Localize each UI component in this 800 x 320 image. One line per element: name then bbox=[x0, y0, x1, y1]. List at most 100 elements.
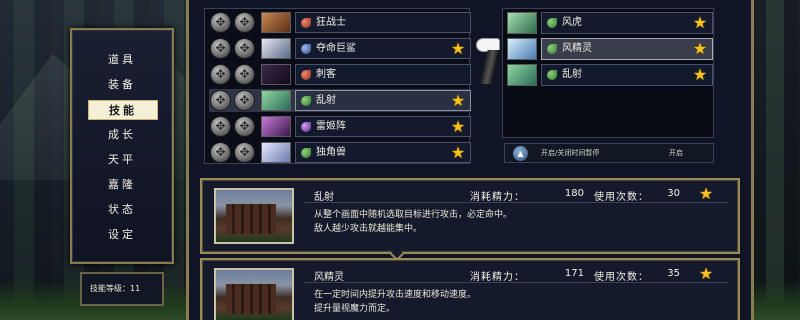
cost-value: 171 bbox=[564, 268, 584, 279]
skill-name-cell: 独角兽 ★ bbox=[295, 142, 471, 163]
shark-portrait-icon bbox=[261, 38, 291, 59]
description-line: 在一定时间内提升攻击速度和移动速度。 bbox=[314, 290, 477, 300]
assassin-portrait-icon bbox=[261, 64, 291, 85]
description-line: 敌人越少攻击就越能集中。 bbox=[314, 224, 423, 234]
slot-icon bbox=[211, 117, 230, 136]
leaf-green-icon bbox=[547, 70, 557, 80]
skill-detail-card: 风精灵 消耗精力： 171 使用次数： 35 ★ 在一定时间内提升攻击速度和移动… bbox=[200, 258, 740, 320]
star-icon: ★ bbox=[698, 264, 714, 283]
cost-label: 消耗精力： bbox=[470, 192, 525, 203]
skill-detail-card: 乱射 消耗精力： 180 使用次数： 30 ★ 从整个画面中随机选取目标进行攻击… bbox=[200, 178, 740, 262]
skill-row-barrage[interactable]: 乱射 ★ bbox=[209, 89, 471, 112]
skill-detail-title: 乱射 bbox=[314, 192, 334, 203]
star-icon: ★ bbox=[692, 65, 708, 84]
uses-label: 使用次数： bbox=[594, 192, 649, 203]
menu-item-skills[interactable]: 技能 bbox=[88, 100, 158, 120]
skill-name-cell: 乱射 ★ bbox=[541, 64, 713, 86]
cost-label: 消耗精力： bbox=[470, 272, 525, 283]
slot-icon bbox=[211, 91, 230, 110]
equipped-skills: 风虎 ★ 风精灵 ★ 乱射 ★ bbox=[502, 8, 714, 138]
main-menu: 道具 装备 技能 成长 天平 嘉隆 状态 设定 bbox=[70, 28, 174, 264]
star-icon: ★ bbox=[698, 184, 714, 203]
leaf-blue-icon bbox=[301, 44, 311, 54]
star-icon: ★ bbox=[692, 39, 708, 58]
skill-name-cell: 乱射 ★ bbox=[295, 90, 471, 111]
uses-value: 35 bbox=[667, 268, 680, 279]
star-icon: ★ bbox=[450, 91, 466, 110]
wind-spirit-portrait-icon bbox=[507, 38, 537, 60]
uses-value: 30 bbox=[667, 188, 680, 199]
skill-list: 狂战士 夺命巨鲨 ★ 刺客 乱射 ★ bbox=[204, 8, 471, 164]
skill-level-label: 技能等级：11 bbox=[80, 272, 164, 306]
skill-name-cell: 夺命巨鲨 ★ bbox=[295, 38, 471, 59]
skill-name: 独角兽 bbox=[316, 147, 346, 158]
description-line: 从整个画面中随机选取目标进行攻击，必定命中。 bbox=[314, 210, 513, 220]
leaf-red-icon bbox=[301, 70, 311, 80]
star-icon: ★ bbox=[450, 117, 466, 136]
skill-row-berserker[interactable]: 狂战士 bbox=[209, 11, 471, 34]
slot-icon bbox=[235, 65, 254, 84]
leaf-green-icon bbox=[547, 44, 557, 54]
unicorn-portrait-icon bbox=[261, 142, 291, 163]
star-icon: ★ bbox=[450, 39, 466, 58]
skill-name: 风精灵 bbox=[562, 43, 592, 54]
uses-label: 使用次数： bbox=[594, 272, 649, 283]
slot-icon bbox=[235, 143, 254, 162]
barrage-portrait-icon bbox=[507, 64, 537, 86]
skill-row-unicorn[interactable]: 独角兽 ★ bbox=[209, 141, 471, 164]
time-pause-toggle[interactable]: ▲ 开启/关闭时间暂停 开启 bbox=[504, 143, 714, 163]
description-line: 提升量视魔力而定。 bbox=[314, 304, 396, 314]
star-icon: ★ bbox=[692, 13, 708, 32]
skill-description: 从整个画面中随机选取目标进行攻击，必定命中。 敌人越少攻击就越能集中。 bbox=[314, 208, 512, 236]
skill-name: 雷姬阵 bbox=[316, 121, 346, 132]
equipped-row-wind-tiger[interactable]: 风虎 ★ bbox=[505, 11, 713, 35]
skill-name: 狂战士 bbox=[316, 17, 346, 28]
leaf-green-icon bbox=[301, 96, 311, 106]
menu-item-settings[interactable]: 设定 bbox=[72, 225, 172, 245]
berserker-portrait-icon bbox=[261, 12, 291, 33]
menu-item-equipment[interactable]: 装备 bbox=[72, 75, 172, 95]
divider bbox=[304, 202, 728, 203]
leaf-purple-icon bbox=[301, 122, 311, 132]
slot-icon bbox=[235, 117, 254, 136]
skill-detail-title: 风精灵 bbox=[314, 272, 344, 283]
slot-icon bbox=[235, 13, 254, 32]
equipped-row-barrage[interactable]: 乱射 ★ bbox=[505, 63, 713, 87]
menu-item-items[interactable]: 道具 bbox=[72, 50, 172, 70]
slot-icon bbox=[235, 91, 254, 110]
slot-icon bbox=[211, 65, 230, 84]
slot-icon bbox=[211, 39, 230, 58]
skill-illustration bbox=[214, 268, 294, 320]
skill-name: 刺客 bbox=[316, 69, 336, 80]
skill-name-cell: 雷姬阵 ★ bbox=[295, 116, 471, 137]
wind-tiger-portrait-icon bbox=[507, 12, 537, 34]
skill-name-cell: 刺客 bbox=[295, 64, 471, 85]
skill-row-shark[interactable]: 夺命巨鲨 ★ bbox=[209, 37, 471, 60]
divider bbox=[304, 282, 728, 283]
equipped-row-wind-spirit[interactable]: 风精灵 ★ bbox=[505, 37, 713, 61]
skill-name-cell: 狂战士 bbox=[295, 12, 471, 33]
menu-item-growth[interactable]: 成长 bbox=[72, 125, 172, 145]
skill-name-cell: 风虎 ★ bbox=[541, 12, 713, 34]
time-pause-label: 开启/关闭时间暂停 bbox=[541, 149, 600, 157]
skill-row-thunder[interactable]: 雷姬阵 ★ bbox=[209, 115, 471, 138]
pointer-hand-icon bbox=[476, 38, 502, 84]
slot-icon bbox=[211, 143, 230, 162]
skill-name: 乱射 bbox=[316, 95, 336, 106]
leaf-green-icon bbox=[301, 148, 311, 158]
controller-button-icon: ▲ bbox=[513, 146, 528, 161]
skill-name: 风虎 bbox=[562, 17, 582, 28]
skill-row-assassin[interactable]: 刺客 bbox=[209, 63, 471, 86]
cost-value: 180 bbox=[564, 188, 584, 199]
slot-icon bbox=[235, 39, 254, 58]
skill-name: 夺命巨鲨 bbox=[316, 43, 356, 54]
menu-item-balance[interactable]: 天平 bbox=[72, 150, 172, 170]
skill-name: 乱射 bbox=[562, 69, 582, 80]
skill-illustration bbox=[214, 188, 294, 244]
slot-icon bbox=[211, 13, 230, 32]
leaf-green-icon bbox=[547, 18, 557, 28]
skill-description: 在一定时间内提升攻击速度和移动速度。 提升量视魔力而定。 bbox=[314, 288, 476, 316]
star-icon: ★ bbox=[450, 143, 466, 162]
menu-item-jialong[interactable]: 嘉隆 bbox=[72, 175, 172, 195]
menu-item-status[interactable]: 状态 bbox=[72, 200, 172, 220]
